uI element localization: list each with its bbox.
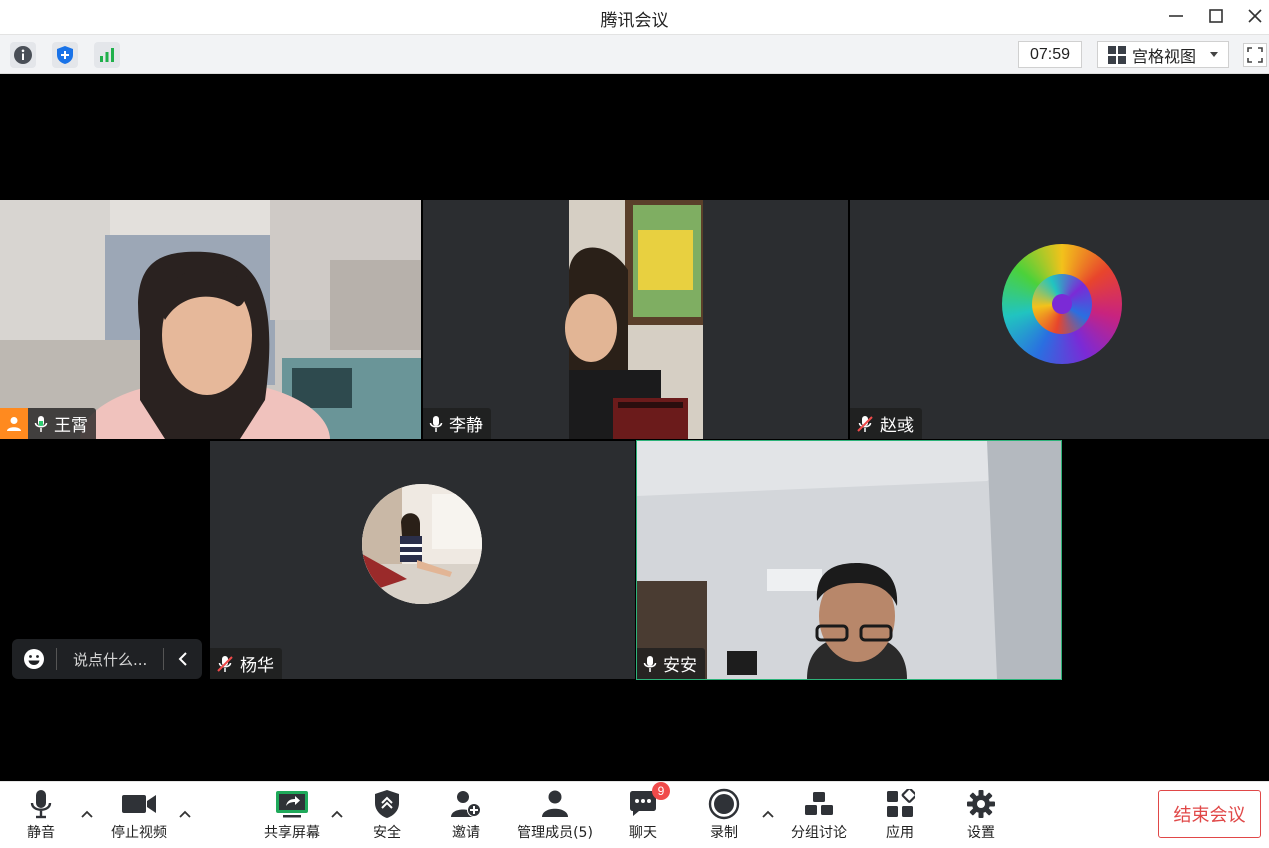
host-icon bbox=[7, 416, 21, 431]
minimize-button[interactable] bbox=[1161, 3, 1191, 29]
network-status-button[interactable] bbox=[94, 42, 120, 68]
apps-icon bbox=[887, 789, 915, 817]
video-camera-icon bbox=[122, 795, 156, 813]
participant-name-tag: 李静 bbox=[423, 408, 491, 439]
fullscreen-button[interactable] bbox=[1243, 43, 1267, 67]
participant-name-tag: 王霄 bbox=[0, 408, 96, 439]
camera-video bbox=[637, 441, 1061, 679]
record-icon bbox=[708, 788, 740, 820]
camera-video bbox=[0, 200, 421, 439]
participant-avatar bbox=[1002, 244, 1122, 364]
caret-down-icon bbox=[1210, 52, 1218, 57]
chat-label: 聊天 bbox=[629, 825, 657, 841]
participant-name: 安安 bbox=[663, 656, 697, 676]
microphone-icon bbox=[30, 790, 52, 819]
chevron-up-icon bbox=[331, 810, 343, 818]
view-mode-dropdown[interactable]: 宫格视图 bbox=[1097, 41, 1229, 68]
mic-muted-icon bbox=[856, 415, 874, 433]
breakout-rooms-button[interactable]: 分组讨论 bbox=[779, 788, 859, 842]
breakout-rooms-label: 分组讨论 bbox=[791, 825, 847, 841]
record-button[interactable]: 录制 bbox=[684, 788, 764, 842]
mic-on-icon bbox=[34, 415, 48, 433]
apps-label: 应用 bbox=[886, 825, 914, 841]
window-title: 腾讯会议 bbox=[600, 11, 669, 31]
mic-on-icon bbox=[429, 415, 443, 433]
fullscreen-icon bbox=[1247, 47, 1263, 63]
close-button[interactable] bbox=[1240, 3, 1269, 29]
participant-tile[interactable]: 安安 bbox=[636, 440, 1062, 680]
apps-button[interactable]: 应用 bbox=[860, 788, 940, 842]
participant-name: 杨华 bbox=[240, 656, 274, 676]
participant-name: 王霄 bbox=[54, 416, 88, 436]
mute-label: 静音 bbox=[27, 825, 55, 841]
participant-tile[interactable]: 李静 bbox=[423, 200, 848, 439]
collapse-chat-button[interactable] bbox=[164, 651, 202, 667]
chevron-up-icon bbox=[762, 810, 774, 818]
maximize-button[interactable] bbox=[1201, 3, 1231, 29]
security-shield-icon bbox=[375, 790, 399, 818]
grid-view-icon bbox=[1108, 45, 1126, 64]
share-options-button[interactable] bbox=[329, 806, 345, 822]
chevron-up-icon bbox=[179, 810, 191, 818]
breakout-rooms-icon bbox=[805, 792, 833, 815]
end-meeting-button[interactable]: 结束会议 bbox=[1158, 790, 1261, 838]
share-screen-icon bbox=[276, 791, 308, 818]
unread-badge: 9 bbox=[652, 782, 670, 800]
info-button[interactable] bbox=[10, 42, 36, 68]
participant-tile[interactable]: 王霄 bbox=[0, 200, 421, 439]
chevron-left-icon bbox=[178, 652, 187, 666]
members-icon bbox=[542, 790, 568, 817]
minimize-icon bbox=[1169, 15, 1183, 17]
stop-video-label: 停止视频 bbox=[111, 825, 167, 841]
emoji-button[interactable] bbox=[12, 648, 56, 670]
participant-name-tag: 赵彧 bbox=[850, 408, 922, 439]
mic-on-icon bbox=[643, 655, 657, 673]
share-screen-label: 共享屏幕 bbox=[264, 825, 320, 841]
security-status-button[interactable] bbox=[52, 42, 78, 68]
settings-label: 设置 bbox=[967, 825, 995, 841]
participant-name: 赵彧 bbox=[880, 416, 914, 436]
invite-label: 邀请 bbox=[452, 825, 480, 841]
manage-members-button[interactable]: 管理成员(5) bbox=[515, 788, 595, 842]
settings-button[interactable]: 设置 bbox=[941, 788, 1021, 842]
invite-user-icon bbox=[451, 791, 481, 817]
title-bar: 腾讯会议 bbox=[0, 0, 1269, 34]
security-label: 安全 bbox=[373, 825, 401, 841]
camera-video bbox=[423, 200, 848, 439]
chevron-up-icon bbox=[81, 810, 93, 818]
info-icon bbox=[14, 46, 32, 64]
invite-button[interactable]: 邀请 bbox=[426, 788, 506, 842]
chat-placeholder[interactable]: 说点什么... bbox=[57, 649, 163, 670]
participant-name: 李静 bbox=[449, 416, 483, 436]
security-button[interactable]: 安全 bbox=[347, 788, 427, 842]
participant-name-tag: 杨华 bbox=[210, 648, 282, 679]
chat-button[interactable]: 9 聊天 bbox=[603, 782, 683, 842]
mute-button[interactable]: 静音 bbox=[1, 788, 81, 842]
video-options-button[interactable] bbox=[177, 806, 193, 822]
emoji-icon bbox=[24, 649, 44, 669]
mute-options-button[interactable] bbox=[79, 806, 95, 822]
participant-name-tag: 安安 bbox=[637, 648, 705, 679]
close-icon bbox=[1248, 9, 1262, 23]
meeting-info-bar: 07:59 宫格视图 bbox=[0, 34, 1269, 74]
participant-avatar bbox=[362, 484, 482, 604]
participant-tile[interactable]: 赵彧 bbox=[850, 200, 1269, 439]
meeting-toolbar: 静音 停止视频 共享屏幕 安全 邀请 管理成员(5) 9 聊天 录制 分组讨论 … bbox=[0, 781, 1269, 848]
gear-icon bbox=[967, 790, 995, 818]
record-label: 录制 bbox=[710, 825, 738, 841]
video-grid: 王霄 李静 赵彧 杨华 安安 说点什么... bbox=[0, 74, 1269, 781]
stop-video-button[interactable]: 停止视频 bbox=[99, 788, 179, 842]
signal-icon bbox=[100, 48, 114, 62]
meeting-timer: 07:59 bbox=[1018, 41, 1082, 68]
host-badge bbox=[0, 408, 28, 439]
share-screen-button[interactable]: 共享屏幕 bbox=[252, 788, 332, 842]
manage-members-label: 管理成员(5) bbox=[517, 825, 593, 841]
chat-quick-input[interactable]: 说点什么... bbox=[12, 639, 202, 679]
record-options-button[interactable] bbox=[760, 806, 776, 822]
shield-icon bbox=[57, 46, 73, 64]
participant-tile[interactable]: 杨华 bbox=[210, 441, 635, 679]
mic-muted-icon bbox=[216, 655, 234, 673]
maximize-icon bbox=[1209, 9, 1223, 23]
view-mode-label: 宫格视图 bbox=[1132, 46, 1197, 66]
